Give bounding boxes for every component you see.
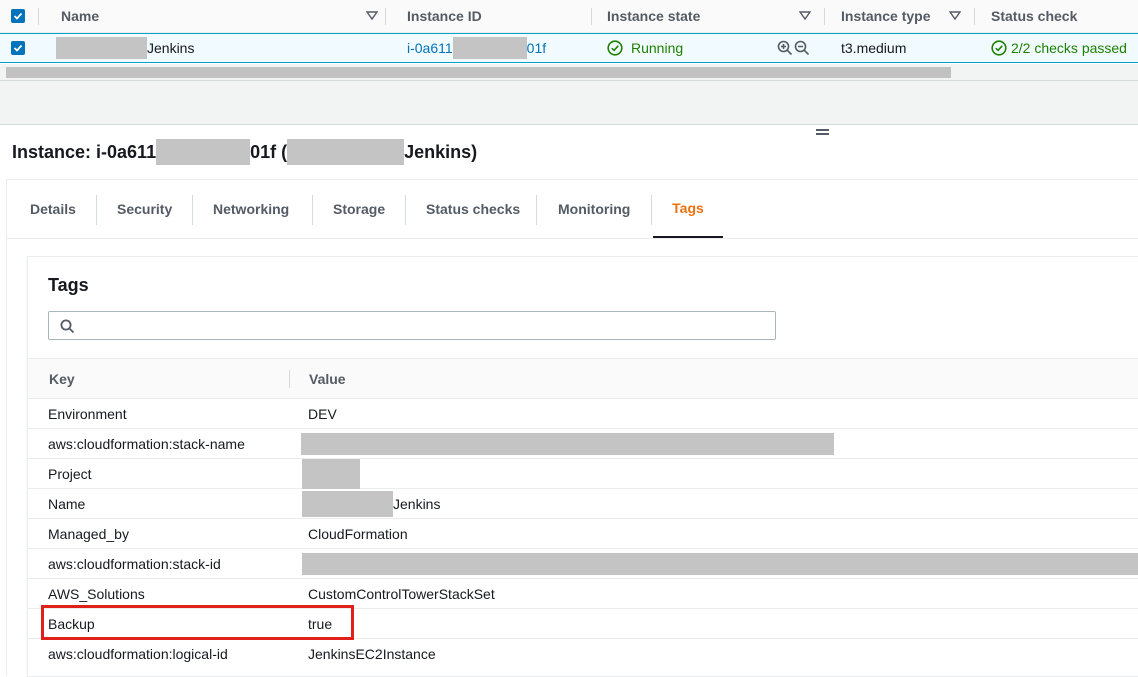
instance-type: t3.medium	[841, 40, 907, 56]
column-header-value[interactable]: Value	[309, 371, 346, 387]
tag-key: aws:cloudformation:logical-id	[48, 646, 228, 662]
redacted-block	[302, 553, 1138, 575]
tag-key: Name	[48, 496, 86, 512]
table-row: Backup true	[28, 609, 1138, 639]
tag-value: true	[308, 616, 333, 632]
table-row: aws:cloudformation:stack-name	[28, 429, 1138, 459]
check-circle-icon	[991, 40, 1007, 56]
instance-detail-title: Instance: i-0a611 01f ( Jenkins)	[12, 139, 478, 165]
instance-name: Jenkins	[56, 34, 194, 62]
redacted-block	[56, 37, 147, 59]
tab-security[interactable]: Security	[117, 180, 172, 238]
zoom-controls	[777, 34, 810, 62]
tag-value	[301, 429, 834, 459]
title-mid: 01f (	[250, 141, 288, 162]
instance-id-prefix: i-0a611	[407, 40, 453, 56]
tags-search-input[interactable]	[85, 315, 765, 336]
table-row: Environment DEV	[28, 399, 1138, 429]
tag-value: DEV	[308, 406, 337, 422]
select-all-checkbox[interactable]	[11, 0, 25, 32]
column-header-instance-state[interactable]: Instance state	[607, 0, 700, 32]
zoom-in-icon[interactable]	[777, 40, 793, 56]
tags-container: Tags Key Value Environment DEV aws:cloud…	[27, 256, 1138, 677]
tag-key: AWS_Solutions	[48, 586, 145, 602]
redacted-block	[302, 491, 393, 517]
tag-value: CustomControlTowerStackSet	[308, 586, 495, 602]
instance-name-text: Jenkins	[147, 40, 195, 56]
instance-id-suffix: 01f	[526, 40, 547, 56]
table-row: Name Jenkins	[28, 489, 1138, 519]
table-row: aws:cloudformation:logical-id JenkinsEC2…	[28, 639, 1138, 669]
column-header-instance-type[interactable]: Instance type	[841, 0, 930, 32]
drag-handle-icon[interactable]	[816, 129, 829, 137]
tags-table-header: Key Value	[28, 358, 1138, 399]
zoom-out-icon[interactable]	[794, 40, 810, 56]
column-header-name[interactable]: Name	[61, 0, 99, 32]
instances-table-header: Name Instance ID Instance state Instance…	[0, 0, 1138, 33]
tag-value: Jenkins	[302, 489, 441, 519]
redacted-block	[287, 139, 405, 165]
tag-key: aws:cloudformation:stack-id	[48, 556, 221, 572]
column-header-instance-id[interactable]: Instance ID	[407, 0, 482, 32]
table-row: Managed_by CloudFormation	[28, 519, 1138, 549]
title-prefix: Instance: i-0a611	[12, 141, 157, 162]
status-check: 2/2 checks passed	[991, 34, 1127, 62]
sort-down-icon[interactable]	[949, 11, 961, 21]
tag-key: aws:cloudformation:stack-name	[48, 436, 245, 452]
instance-state-text: Running	[631, 40, 684, 56]
instance-row[interactable]: Jenkins i-0a611 01f Running t3.medium 2/…	[0, 33, 1138, 63]
split-panel-divider	[0, 80, 1138, 125]
tab-networking[interactable]: Networking	[213, 180, 289, 238]
redacted-block	[156, 139, 251, 165]
tag-value-text: Jenkins	[393, 496, 441, 512]
tag-value: CloudFormation	[308, 526, 408, 542]
redacted-block	[301, 433, 834, 455]
title-suffix: Jenkins)	[404, 141, 478, 162]
sort-down-icon[interactable]	[366, 11, 378, 21]
check-circle-icon	[607, 40, 623, 56]
row-checkbox[interactable]	[11, 34, 25, 62]
status-check-text: 2/2 checks passed	[1011, 40, 1127, 56]
table-row: AWS_Solutions CustomControlTowerStackSet	[28, 579, 1138, 609]
tag-value	[302, 459, 360, 489]
search-icon	[60, 319, 75, 334]
tag-key: Managed_by	[48, 526, 129, 542]
column-header-status-check[interactable]: Status check	[991, 0, 1077, 32]
table-row: Project	[28, 459, 1138, 489]
tab-status-checks[interactable]: Status checks	[426, 180, 520, 238]
tag-key: Environment	[48, 406, 127, 422]
tab-tags[interactable]: Tags	[653, 180, 723, 238]
redacted-block	[302, 459, 360, 489]
tab-details[interactable]: Details	[30, 180, 76, 238]
tag-value: JenkinsEC2Instance	[308, 646, 436, 662]
redacted-block	[452, 37, 527, 59]
tab-monitoring[interactable]: Monitoring	[558, 180, 630, 238]
tag-key: Project	[48, 466, 92, 482]
instance-detail-panel: Details Security Networking Storage Stat…	[6, 179, 1138, 677]
tag-value	[302, 549, 1138, 579]
scrollbar-thumb[interactable]	[6, 67, 951, 78]
tab-storage[interactable]: Storage	[333, 180, 385, 238]
instance-id-link[interactable]: i-0a611 01f	[407, 34, 546, 62]
sort-down-icon[interactable]	[799, 11, 811, 21]
detail-tabs: Details Security Networking Storage Stat…	[7, 180, 1138, 239]
column-header-key[interactable]: Key	[49, 371, 75, 387]
instance-state: Running	[607, 34, 683, 62]
tags-heading: Tags	[48, 275, 89, 295]
table-row: aws:cloudformation:stack-id	[28, 549, 1138, 579]
tags-search[interactable]	[48, 311, 776, 340]
tag-key: Backup	[48, 616, 95, 632]
